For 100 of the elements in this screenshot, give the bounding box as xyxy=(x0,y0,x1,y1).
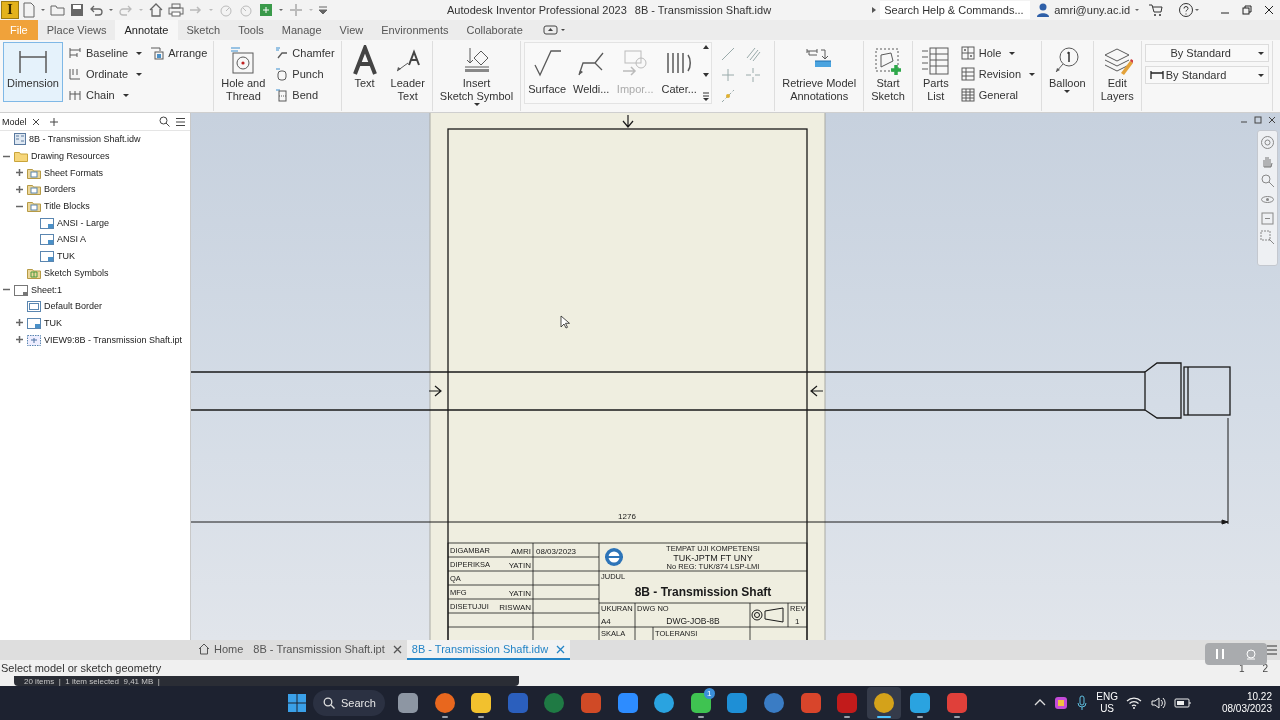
sheet-icon xyxy=(14,283,28,296)
open-folder-icon[interactable] xyxy=(50,2,66,18)
search-field[interactable]: Search Help & Commands... xyxy=(880,1,1031,19)
battery-icon[interactable] xyxy=(1173,696,1192,710)
ribbon-button[interactable]: Chamfer xyxy=(271,43,338,63)
print-icon[interactable] xyxy=(168,2,184,18)
start-icon[interactable] xyxy=(287,693,307,713)
ribbon-tab[interactable]: Collaborate xyxy=(457,20,532,40)
line-icon[interactable] xyxy=(720,46,737,62)
expand-icon[interactable] xyxy=(15,184,24,194)
ribbon-button[interactable]: Insert Sketch Symbol xyxy=(435,42,518,109)
organization-logo-icon xyxy=(604,548,624,566)
tree-item[interactable]: Title Blocks xyxy=(0,197,190,215)
tree-item[interactable]: ANSI - Large xyxy=(0,214,190,232)
ribbon-button[interactable]: Parts List xyxy=(915,42,956,106)
tree-item[interactable]: VIEW9:8B - Transmission Shaft.ipt xyxy=(0,331,190,348)
expand-icon[interactable] xyxy=(15,335,24,345)
tree-item[interactable]: Borders xyxy=(0,181,190,198)
ribbon-button[interactable]: Bend xyxy=(271,85,338,105)
ribbon-tab[interactable]: Manage xyxy=(272,20,331,40)
pause-icon[interactable] xyxy=(1214,648,1225,660)
notification-badge: 1 xyxy=(703,688,715,699)
ribbon-tab[interactable]: Sketch xyxy=(177,20,230,40)
tree-item[interactable]: Drawing Resources xyxy=(0,147,190,165)
help-icon[interactable] xyxy=(1178,2,1194,18)
zoom-icon[interactable] xyxy=(1260,173,1275,188)
menu-icon[interactable] xyxy=(175,116,186,127)
volume-icon[interactable] xyxy=(1149,696,1166,710)
ribbon-button[interactable]: Chain xyxy=(64,85,146,105)
style-dropdown[interactable]: By Standard xyxy=(1144,66,1269,84)
running-indicator xyxy=(441,716,448,718)
running-indicator xyxy=(844,716,851,718)
ribbon-button[interactable]: General xyxy=(957,85,1038,105)
cart-icon[interactable] xyxy=(1148,2,1164,18)
ribbon-button[interactable]: Revision xyxy=(957,64,1038,84)
ribbon-button[interactable]: Punch xyxy=(271,64,338,84)
ribbon-tab[interactable]: Annotate xyxy=(115,20,178,40)
ribbon-tab[interactable]: Place Views xyxy=(37,20,116,40)
tree-item[interactable]: Sketch Symbols xyxy=(0,264,190,282)
ribbon-button[interactable]: Hole xyxy=(957,43,1038,63)
taskbar-app[interactable] xyxy=(866,687,901,719)
tree-item[interactable]: TUK xyxy=(0,314,190,332)
search-icon xyxy=(323,697,335,709)
search-icon[interactable] xyxy=(159,116,170,127)
ribbon-button[interactable]: Leader Text xyxy=(386,42,429,106)
gallery-button[interactable]: Surface xyxy=(525,43,570,99)
close-icon[interactable] xyxy=(1268,116,1276,124)
bend-icon xyxy=(274,88,289,102)
restore-icon[interactable] xyxy=(1242,5,1252,15)
user-account[interactable]: amri@uny.ac.id xyxy=(1054,4,1130,16)
tree-item[interactable]: Default Border xyxy=(0,297,190,315)
tree-item[interactable]: Sheet Formats xyxy=(0,164,190,182)
style-dropdown[interactable]: By Standard xyxy=(1144,44,1269,62)
pan-hand-icon[interactable] xyxy=(1260,154,1275,169)
maximize-icon[interactable] xyxy=(1254,116,1262,124)
section-arrow-icon xyxy=(622,114,634,128)
signoff-name: YATIN xyxy=(508,560,531,570)
expand-icon[interactable] xyxy=(15,318,24,328)
gallery-button[interactable]: Cater... xyxy=(657,43,702,99)
wifi-icon[interactable] xyxy=(1125,696,1142,710)
tree-item[interactable]: ANSI A xyxy=(0,231,190,248)
baseline-icon xyxy=(67,46,82,60)
home-icon[interactable] xyxy=(148,2,164,18)
ribbon-button[interactable]: Text xyxy=(344,42,385,93)
ribbon-button[interactable]: Balloon xyxy=(1045,42,1090,96)
ribbon-tab[interactable]: Environments xyxy=(372,20,458,40)
tree-item[interactable]: TUK xyxy=(0,247,190,265)
save-icon[interactable] xyxy=(70,2,84,18)
tree-item[interactable]: 8B - Transmission Shaft.idw xyxy=(0,131,190,148)
ribbon-tab[interactable]: Tools xyxy=(229,20,273,40)
ribbon-button[interactable]: Arrange xyxy=(147,43,211,63)
ribbon-tab[interactable]: View xyxy=(330,20,373,40)
caret-icon xyxy=(136,51,143,55)
caret-icon xyxy=(122,93,129,97)
expand-icon[interactable] xyxy=(15,168,24,178)
close-icon[interactable] xyxy=(1264,5,1274,15)
running-indicator xyxy=(953,716,960,718)
close-icon[interactable] xyxy=(31,117,40,126)
microphone-icon[interactable] xyxy=(1076,695,1089,711)
zoom-window-icon[interactable] xyxy=(1260,230,1275,245)
ribbon-button[interactable]: Edit Layers xyxy=(1096,42,1138,106)
gallery-button[interactable]: Weldi... xyxy=(569,43,614,99)
add-icon[interactable] xyxy=(48,116,59,127)
language-indicator[interactable]: ENG US xyxy=(1096,691,1118,715)
ribbon-button[interactable]: Retrieve Model Annotations xyxy=(778,42,861,106)
document-tab[interactable]: 8B - Transmission Shaft.idw xyxy=(406,640,571,660)
ribbon-button[interactable]: Start Sketch xyxy=(867,42,909,106)
clock[interactable]: 10.22 08/03/2023 xyxy=(1221,691,1272,715)
ribbon-button[interactable]: Hole and Thread xyxy=(217,42,270,106)
taskbar-search[interactable]: Search xyxy=(313,690,385,716)
new-file-icon[interactable] xyxy=(22,2,36,18)
hatch-icon[interactable] xyxy=(745,46,762,62)
document-tab[interactable]: Home xyxy=(193,640,249,660)
ribbon-button[interactable]: Baseline xyxy=(64,43,146,63)
ribbon-button[interactable]: Ordinate xyxy=(64,64,146,84)
field-value: 1 xyxy=(795,617,800,626)
browser-tab[interactable]: Model xyxy=(2,116,27,127)
ribbon-button[interactable]: Dimension xyxy=(3,42,63,102)
tree-item[interactable]: Sheet:1 xyxy=(0,281,190,298)
document-tab[interactable]: 8B - Transmission Shaft.ipt xyxy=(248,640,407,660)
